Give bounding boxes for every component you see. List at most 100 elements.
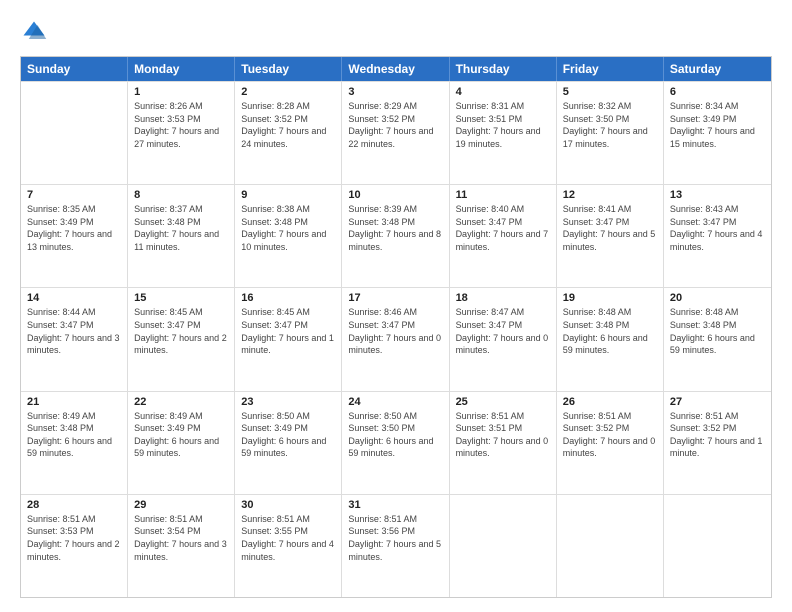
- cal-cell-3-4: 25 Sunrise: 8:51 AMSunset: 3:51 PMDayligh…: [450, 392, 557, 494]
- cell-info: Sunrise: 8:50 AMSunset: 3:50 PMDaylight:…: [348, 410, 442, 460]
- cell-date: 13: [670, 189, 765, 201]
- cell-date: 2: [241, 86, 335, 98]
- cell-info: Sunrise: 8:49 AMSunset: 3:49 PMDaylight:…: [134, 410, 228, 460]
- cell-date: 6: [670, 86, 765, 98]
- cell-date: 3: [348, 86, 442, 98]
- cal-cell-4-4: [450, 495, 557, 597]
- cell-date: 1: [134, 86, 228, 98]
- cell-info: Sunrise: 8:51 AMSunset: 3:53 PMDaylight:…: [27, 513, 121, 563]
- cell-date: 15: [134, 292, 228, 304]
- cell-info: Sunrise: 8:48 AMSunset: 3:48 PMDaylight:…: [670, 306, 765, 356]
- cell-date: 23: [241, 396, 335, 408]
- cell-info: Sunrise: 8:28 AMSunset: 3:52 PMDaylight:…: [241, 100, 335, 150]
- cal-cell-4-5: [557, 495, 664, 597]
- cell-info: Sunrise: 8:51 AMSunset: 3:54 PMDaylight:…: [134, 513, 228, 563]
- cal-cell-2-3: 17 Sunrise: 8:46 AMSunset: 3:47 PMDayligh…: [342, 288, 449, 390]
- cal-cell-0-0: [21, 82, 128, 184]
- cell-date: 12: [563, 189, 657, 201]
- cell-date: 4: [456, 86, 550, 98]
- cell-date: 19: [563, 292, 657, 304]
- cell-date: 24: [348, 396, 442, 408]
- header-thursday: Thursday: [450, 57, 557, 81]
- cell-info: Sunrise: 8:38 AMSunset: 3:48 PMDaylight:…: [241, 203, 335, 253]
- cal-cell-3-2: 23Sunrise: 8:50 AMSunset: 3:49 PMDayligh…: [235, 392, 342, 494]
- cal-cell-2-0: 14 Sunrise: 8:44 AMSunset: 3:47 PMDayligh…: [21, 288, 128, 390]
- cell-date: 8: [134, 189, 228, 201]
- header: [20, 18, 772, 46]
- cal-cell-1-1: 8 Sunrise: 8:37 AMSunset: 3:48 PMDaylight…: [128, 185, 235, 287]
- cal-cell-1-4: 11Sunrise: 8:40 AMSunset: 3:47 PMDayligh…: [450, 185, 557, 287]
- cell-date: 20: [670, 292, 765, 304]
- calendar: Sunday Monday Tuesday Wednesday Thursday…: [20, 56, 772, 598]
- cal-row-2: 14 Sunrise: 8:44 AMSunset: 3:47 PMDayligh…: [21, 287, 771, 390]
- cell-date: 7: [27, 189, 121, 201]
- cell-date: 27: [670, 396, 765, 408]
- cal-row-0: 1Sunrise: 8:26 AMSunset: 3:53 PMDaylight…: [21, 81, 771, 184]
- cell-date: 16: [241, 292, 335, 304]
- logo-icon: [20, 18, 48, 46]
- header-tuesday: Tuesday: [235, 57, 342, 81]
- cal-cell-4-0: 28 Sunrise: 8:51 AMSunset: 3:53 PMDayligh…: [21, 495, 128, 597]
- cal-cell-4-3: 31Sunrise: 8:51 AMSunset: 3:56 PMDayligh…: [342, 495, 449, 597]
- cell-date: 29: [134, 499, 228, 511]
- cal-cell-1-6: 13 Sunrise: 8:43 AMSunset: 3:47 PMDayligh…: [664, 185, 771, 287]
- cal-cell-3-3: 24 Sunrise: 8:50 AMSunset: 3:50 PMDayligh…: [342, 392, 449, 494]
- calendar-header: Sunday Monday Tuesday Wednesday Thursday…: [21, 57, 771, 81]
- cal-cell-4-6: [664, 495, 771, 597]
- cell-date: 25: [456, 396, 550, 408]
- cell-date: 31: [348, 499, 442, 511]
- cal-cell-0-6: 6 Sunrise: 8:34 AMSunset: 3:49 PMDaylight…: [664, 82, 771, 184]
- cal-cell-0-3: 3 Sunrise: 8:29 AMSunset: 3:52 PMDaylight…: [342, 82, 449, 184]
- cell-date: 18: [456, 292, 550, 304]
- cell-date: 22: [134, 396, 228, 408]
- header-saturday: Saturday: [664, 57, 771, 81]
- cal-cell-1-0: 7 Sunrise: 8:35 AMSunset: 3:49 PMDaylight…: [21, 185, 128, 287]
- cell-date: 30: [241, 499, 335, 511]
- cell-info: Sunrise: 8:44 AMSunset: 3:47 PMDaylight:…: [27, 306, 121, 356]
- cell-info: Sunrise: 8:40 AMSunset: 3:47 PMDaylight:…: [456, 203, 550, 253]
- cell-date: 26: [563, 396, 657, 408]
- cell-date: 21: [27, 396, 121, 408]
- calendar-body: 1Sunrise: 8:26 AMSunset: 3:53 PMDaylight…: [21, 81, 771, 597]
- cell-info: Sunrise: 8:51 AMSunset: 3:55 PMDaylight:…: [241, 513, 335, 563]
- cell-date: 14: [27, 292, 121, 304]
- header-monday: Monday: [128, 57, 235, 81]
- cal-cell-0-4: 4 Sunrise: 8:31 AMSunset: 3:51 PMDaylight…: [450, 82, 557, 184]
- cal-cell-4-1: 29 Sunrise: 8:51 AMSunset: 3:54 PMDayligh…: [128, 495, 235, 597]
- cal-cell-0-1: 1Sunrise: 8:26 AMSunset: 3:53 PMDaylight…: [128, 82, 235, 184]
- cal-cell-2-4: 18Sunrise: 8:47 AMSunset: 3:47 PMDayligh…: [450, 288, 557, 390]
- logo: [20, 18, 52, 46]
- cell-info: Sunrise: 8:45 AMSunset: 3:47 PMDaylight:…: [241, 306, 335, 356]
- cell-info: Sunrise: 8:43 AMSunset: 3:47 PMDaylight:…: [670, 203, 765, 253]
- cal-cell-3-5: 26 Sunrise: 8:51 AMSunset: 3:52 PMDayligh…: [557, 392, 664, 494]
- cal-cell-2-5: 19 Sunrise: 8:48 AMSunset: 3:48 PMDayligh…: [557, 288, 664, 390]
- header-friday: Friday: [557, 57, 664, 81]
- page: Sunday Monday Tuesday Wednesday Thursday…: [0, 0, 792, 612]
- cal-cell-2-6: 20 Sunrise: 8:48 AMSunset: 3:48 PMDayligh…: [664, 288, 771, 390]
- cal-cell-1-2: 9Sunrise: 8:38 AMSunset: 3:48 PMDaylight…: [235, 185, 342, 287]
- cell-info: Sunrise: 8:35 AMSunset: 3:49 PMDaylight:…: [27, 203, 121, 253]
- cell-info: Sunrise: 8:48 AMSunset: 3:48 PMDaylight:…: [563, 306, 657, 356]
- cal-cell-0-2: 2 Sunrise: 8:28 AMSunset: 3:52 PMDaylight…: [235, 82, 342, 184]
- cal-row-3: 21 Sunrise: 8:49 AMSunset: 3:48 PMDayligh…: [21, 391, 771, 494]
- cal-cell-0-5: 5Sunrise: 8:32 AMSunset: 3:50 PMDaylight…: [557, 82, 664, 184]
- cell-info: Sunrise: 8:29 AMSunset: 3:52 PMDaylight:…: [348, 100, 442, 150]
- cal-cell-2-1: 15 Sunrise: 8:45 AMSunset: 3:47 PMDayligh…: [128, 288, 235, 390]
- cell-info: Sunrise: 8:31 AMSunset: 3:51 PMDaylight:…: [456, 100, 550, 150]
- header-sunday: Sunday: [21, 57, 128, 81]
- cal-cell-1-5: 12Sunrise: 8:41 AMSunset: 3:47 PMDayligh…: [557, 185, 664, 287]
- cell-date: 10: [348, 189, 442, 201]
- cal-row-4: 28 Sunrise: 8:51 AMSunset: 3:53 PMDayligh…: [21, 494, 771, 597]
- cell-info: Sunrise: 8:45 AMSunset: 3:47 PMDaylight:…: [134, 306, 228, 356]
- cell-info: Sunrise: 8:51 AMSunset: 3:51 PMDaylight:…: [456, 410, 550, 460]
- cell-info: Sunrise: 8:34 AMSunset: 3:49 PMDaylight:…: [670, 100, 765, 150]
- cell-date: 17: [348, 292, 442, 304]
- cell-info: Sunrise: 8:51 AMSunset: 3:52 PMDaylight:…: [563, 410, 657, 460]
- cell-date: 28: [27, 499, 121, 511]
- cell-info: Sunrise: 8:49 AMSunset: 3:48 PMDaylight:…: [27, 410, 121, 460]
- header-wednesday: Wednesday: [342, 57, 449, 81]
- cell-info: Sunrise: 8:37 AMSunset: 3:48 PMDaylight:…: [134, 203, 228, 253]
- cell-info: Sunrise: 8:32 AMSunset: 3:50 PMDaylight:…: [563, 100, 657, 150]
- cell-info: Sunrise: 8:46 AMSunset: 3:47 PMDaylight:…: [348, 306, 442, 356]
- cal-cell-3-0: 21 Sunrise: 8:49 AMSunset: 3:48 PMDayligh…: [21, 392, 128, 494]
